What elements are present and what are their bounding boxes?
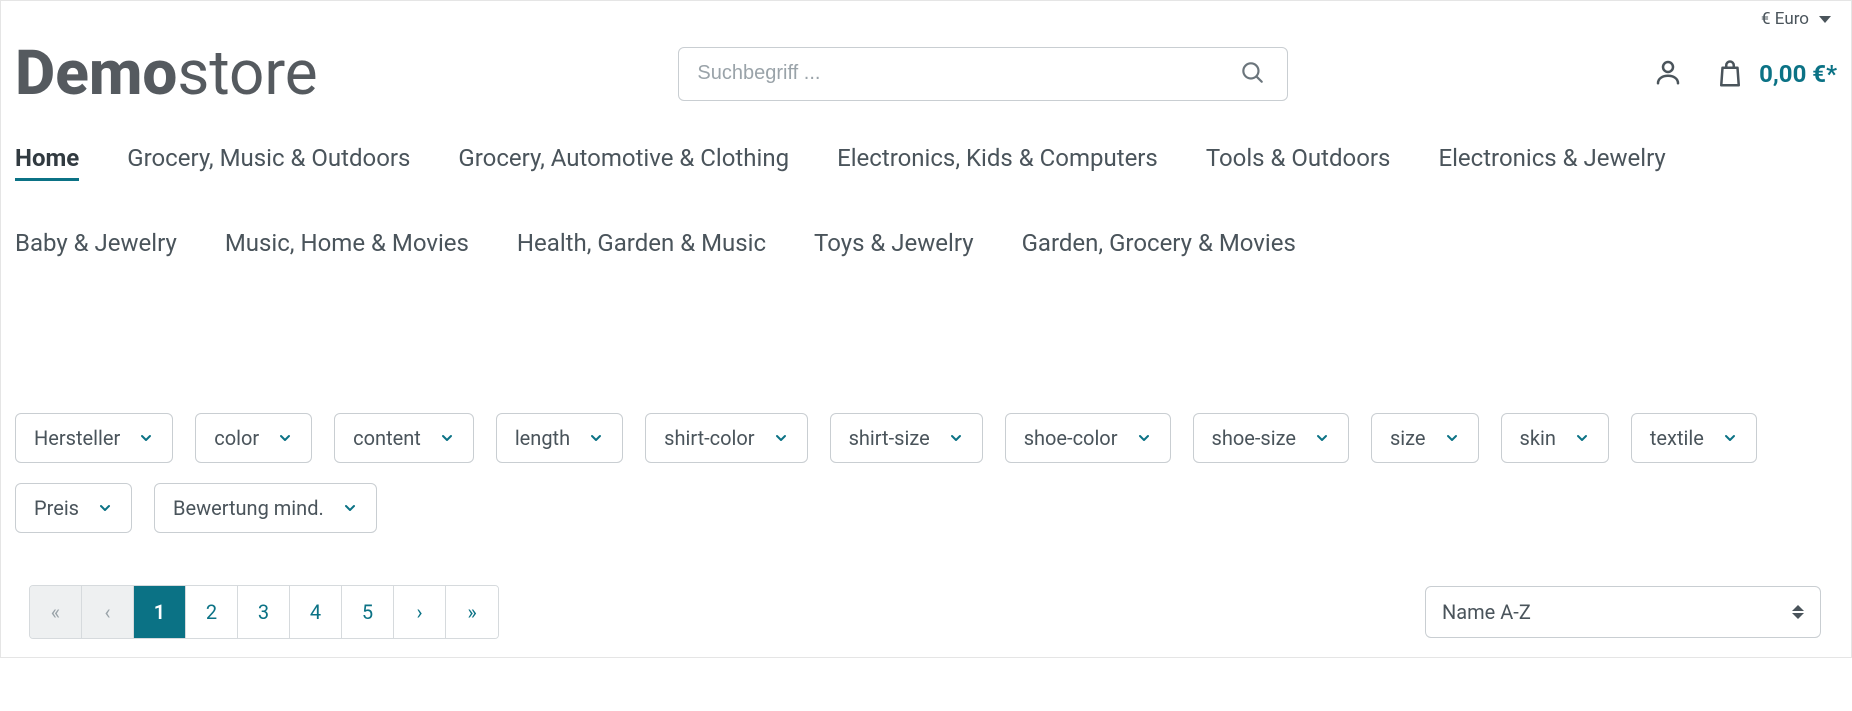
store-logo[interactable]: Demostore [15, 37, 318, 110]
filter-shirt-color[interactable]: shirt-color [645, 413, 807, 463]
nav-item-2[interactable]: Grocery, Automotive & Clothing [458, 144, 789, 181]
page-last[interactable]: » [446, 586, 498, 638]
chevron-down-icon [439, 430, 455, 446]
filter-label: shoe-color [1024, 426, 1118, 450]
filter-label: shirt-color [664, 426, 754, 450]
filter-textile[interactable]: textile [1631, 413, 1757, 463]
filter-label: length [515, 426, 570, 450]
filter-label: Bewertung mind. [173, 496, 324, 520]
page-3[interactable]: 3 [238, 586, 290, 638]
filter-label: size [1390, 426, 1426, 450]
nav-item-0[interactable]: Home [15, 144, 79, 181]
search-input[interactable] [697, 62, 1235, 85]
chevron-down-icon [773, 430, 789, 446]
filter-length[interactable]: length [496, 413, 623, 463]
chevron-down-icon [342, 500, 358, 516]
nav-item-6[interactable]: Baby & Jewelry [15, 229, 177, 263]
logo-part2: store [177, 37, 317, 110]
filter-label: content [353, 426, 421, 450]
page-5[interactable]: 5 [342, 586, 394, 638]
filter-label: skin [1520, 426, 1556, 450]
chevron-down-icon [1314, 430, 1330, 446]
sort-selected-label: Name A-Z [1442, 600, 1531, 624]
filter-content[interactable]: content [334, 413, 474, 463]
nav-item-7[interactable]: Music, Home & Movies [225, 229, 469, 263]
chevron-down-icon [277, 430, 293, 446]
filter-label: textile [1650, 426, 1704, 450]
page-first: « [30, 586, 82, 638]
chevron-down-icon [1722, 430, 1738, 446]
page-prev: ‹ [82, 586, 134, 638]
cart-total: 0,00 €* [1759, 60, 1837, 88]
nav-item-1[interactable]: Grocery, Music & Outdoors [127, 144, 410, 181]
cart-button[interactable]: 0,00 €* [1715, 58, 1837, 90]
filter-label: Preis [34, 496, 79, 520]
filter-preis[interactable]: Preis [15, 483, 132, 533]
nav-item-10[interactable]: Garden, Grocery & Movies [1022, 229, 1296, 263]
nav-item-9[interactable]: Toys & Jewelry [814, 229, 974, 263]
currency-label: € Euro [1761, 9, 1809, 29]
chevron-down-icon [138, 430, 154, 446]
page-1[interactable]: 1 [134, 586, 186, 638]
chevron-down-icon [1136, 430, 1152, 446]
caret-down-icon [1819, 16, 1831, 23]
filter-hersteller[interactable]: Hersteller [15, 413, 173, 463]
filter-skin[interactable]: skin [1501, 413, 1609, 463]
page-4[interactable]: 4 [290, 586, 342, 638]
main-nav: Home Grocery, Music & Outdoors Grocery, Au… [15, 134, 1837, 293]
filter-bewertung-mind-[interactable]: Bewertung mind. [154, 483, 377, 533]
chevron-down-icon [1574, 430, 1590, 446]
nav-item-5[interactable]: Electronics & Jewelry [1438, 144, 1665, 181]
nav-item-8[interactable]: Health, Garden & Music [517, 229, 766, 263]
sort-caret-icon [1792, 605, 1804, 619]
chevron-down-icon [588, 430, 604, 446]
bag-icon [1715, 58, 1745, 90]
account-button[interactable] [1649, 53, 1687, 94]
filter-label: Hersteller [34, 426, 120, 450]
filter-shoe-size[interactable]: shoe-size [1193, 413, 1349, 463]
currency-selector[interactable]: € Euro [1761, 9, 1831, 29]
user-icon [1653, 57, 1683, 87]
page-next[interactable]: › [394, 586, 446, 638]
filter-shirt-size[interactable]: shirt-size [830, 413, 983, 463]
chevron-down-icon [1444, 430, 1460, 446]
search-icon [1239, 59, 1265, 85]
filter-color[interactable]: color [195, 413, 312, 463]
sort-select[interactable]: Name A-Z [1425, 586, 1821, 638]
filters-bar: Hersteller color content length shirt-color s… [15, 413, 1837, 563]
filter-size[interactable]: size [1371, 413, 1479, 463]
logo-part1: Demo [15, 37, 177, 110]
chevron-down-icon [948, 430, 964, 446]
filter-label: shoe-size [1212, 426, 1296, 450]
page-2[interactable]: 2 [186, 586, 238, 638]
filter-shoe-color[interactable]: shoe-color [1005, 413, 1171, 463]
filter-label: color [214, 426, 259, 450]
search-box [678, 47, 1288, 101]
nav-item-3[interactable]: Electronics, Kids & Computers [837, 144, 1158, 181]
filter-label: shirt-size [849, 426, 930, 450]
pagination: «‹12345›» [29, 585, 499, 639]
nav-item-4[interactable]: Tools & Outdoors [1206, 144, 1391, 181]
chevron-down-icon [97, 500, 113, 516]
search-button[interactable] [1235, 55, 1269, 92]
